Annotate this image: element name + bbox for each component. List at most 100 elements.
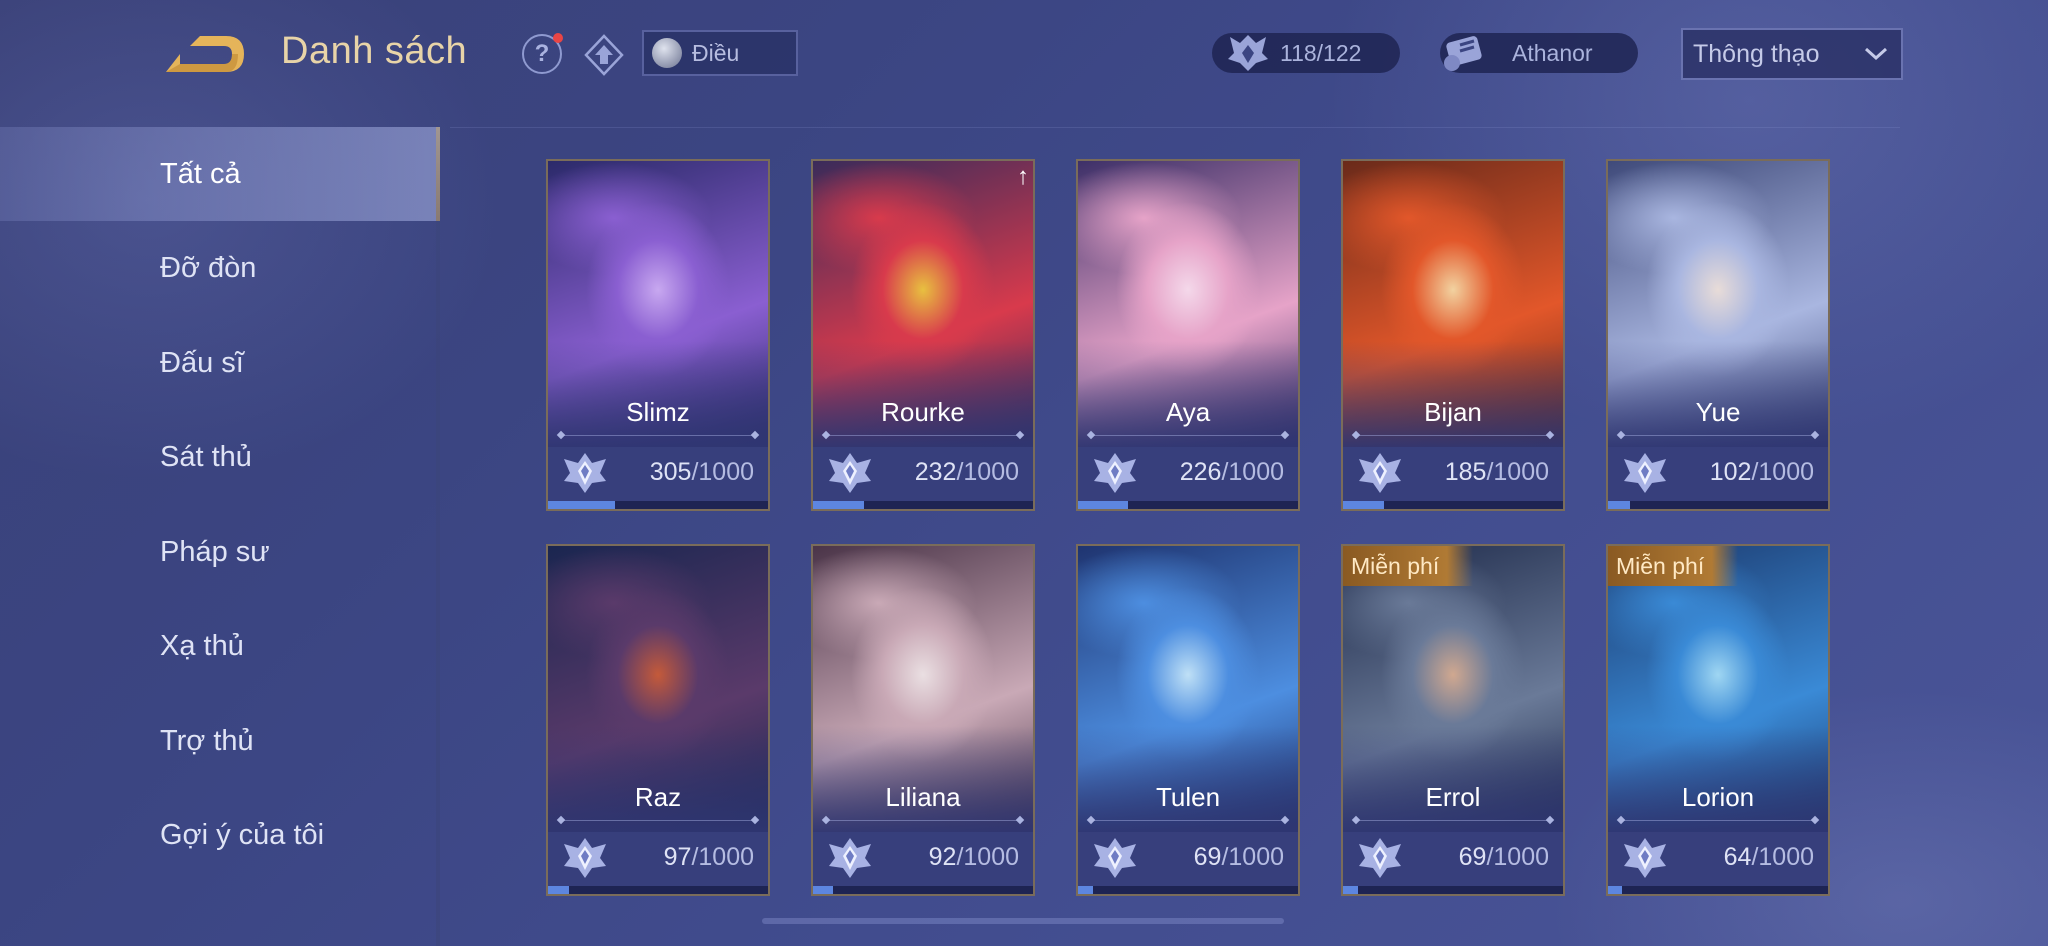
mastery-max: /1000: [1221, 843, 1284, 871]
portrait-shade: [813, 726, 1033, 832]
sort-dropdown[interactable]: Thông thạo: [1681, 28, 1903, 80]
rank-emblem-icon: [584, 34, 624, 76]
sidebar-item-fighter[interactable]: Đấu sĩ: [0, 316, 440, 410]
hero-name: Errol: [1425, 782, 1481, 812]
card-separator: [823, 435, 1023, 436]
hero-card[interactable]: ↑ Rourke 232/1000: [811, 159, 1035, 511]
mastery-emblem-icon: [1357, 836, 1403, 880]
mastery-max: /1000: [1751, 843, 1814, 871]
card-separator: [1353, 435, 1553, 436]
athanor-label: Athanor: [1512, 39, 1593, 66]
card-separator: [1618, 820, 1818, 821]
hero-card[interactable]: Raz 97/1000: [546, 544, 770, 896]
hero-card[interactable]: Liliana 92/1000: [811, 544, 1035, 896]
mastery-emblem-icon: [827, 836, 873, 880]
hero-card[interactable]: Bijan 185/1000: [1341, 159, 1565, 511]
mastery-progress-fill: [548, 886, 570, 894]
hero-name: Aya: [1165, 397, 1211, 427]
mastery-progress-bar: [813, 501, 1033, 509]
mastery-current: 232: [914, 458, 957, 486]
sidebar-item-my-suggestions[interactable]: Gợi ý của tôi: [0, 788, 440, 882]
sidebar-item-label: Pháp sư: [160, 535, 270, 568]
back-button[interactable]: [160, 28, 248, 80]
mastery-count-pill[interactable]: 118/122: [1212, 33, 1400, 73]
top-divider: [450, 127, 1900, 128]
athanor-scroll-icon: [1444, 36, 1482, 71]
mastery-current: 64: [1723, 843, 1752, 871]
hero-name: Slimz: [626, 397, 690, 427]
mastery-max: /1000: [1221, 458, 1284, 486]
portrait-shade: [1608, 341, 1828, 447]
hero-card[interactable]: Tulen 69/1000: [1076, 544, 1300, 896]
portrait-shade: [1343, 341, 1563, 447]
rank-button[interactable]: [582, 33, 626, 77]
mastery-current: 305: [649, 458, 692, 486]
sidebar-item-marksman[interactable]: Xạ thủ: [0, 599, 440, 693]
player-name: Điều: [692, 39, 740, 66]
mastery-emblem-icon: [562, 836, 608, 880]
hero-card[interactable]: Slimz 305/1000: [546, 159, 770, 511]
hero-name: Liliana: [885, 782, 961, 812]
sidebar-item-label: Gợi ý của tôi: [160, 818, 325, 851]
chevron-down-icon: [1864, 47, 1888, 61]
mastery-progress-bar: [813, 886, 1033, 894]
mastery-crest-icon: [1228, 35, 1268, 71]
portrait-shade: [1078, 341, 1298, 447]
sidebar-item-label: Đỡ đòn: [160, 251, 257, 284]
mastery-max: /1000: [956, 458, 1019, 486]
portrait-shade: [1608, 726, 1828, 832]
hero-name: Yue: [1695, 397, 1741, 427]
hero-name: Raz: [634, 782, 682, 812]
mastery-emblem-icon: [1092, 451, 1138, 495]
card-separator: [823, 820, 1023, 821]
sidebar-item-tank[interactable]: Đỡ đòn: [0, 221, 440, 315]
player-avatar: [652, 38, 682, 68]
mastery-current: 69: [1458, 843, 1487, 871]
mastery-progress-fill: [1343, 501, 1384, 509]
sidebar-item-label: Sát thủ: [160, 440, 252, 473]
mastery-progress-fill: [1078, 886, 1094, 894]
hero-name: Lorion: [1681, 782, 1755, 812]
mastery-max: /1000: [1751, 458, 1814, 486]
sidebar-item-mage[interactable]: Pháp sư: [0, 505, 440, 599]
hero-card[interactable]: Aya 226/1000: [1076, 159, 1300, 511]
mastery-points: 305/1000: [650, 458, 754, 487]
mastery-count: 118/122: [1280, 39, 1362, 66]
scrollbar[interactable]: [762, 918, 1284, 924]
mastery-current: 185: [1444, 458, 1487, 486]
portrait-shade: [548, 726, 768, 832]
help-button[interactable]: ?: [522, 33, 563, 74]
portrait-shade: [548, 341, 768, 447]
mastery-max: /1000: [1486, 843, 1549, 871]
mastery-points: 92/1000: [929, 843, 1019, 872]
mastery-emblem-icon: [1622, 451, 1668, 495]
mastery-progress-fill: [1343, 886, 1359, 894]
hero-grid: Slimz 305/1000 ↑ Rourke 232/1000 Aya 226/1000 B…: [546, 159, 1836, 939]
athanor-pill[interactable]: Athanor: [1440, 33, 1638, 73]
card-separator: [1088, 820, 1288, 821]
mastery-max: /1000: [691, 458, 754, 486]
player-chip[interactable]: Điều: [642, 30, 798, 76]
mastery-points: 69/1000: [1194, 843, 1284, 872]
sort-selected-value: Thông thạo: [1693, 39, 1820, 68]
sidebar-item-label: Đấu sĩ: [160, 346, 244, 379]
mastery-points: 97/1000: [664, 843, 754, 872]
hero-name: Tulen: [1155, 782, 1221, 812]
hero-card[interactable]: Miễn phí Lorion 64/1000: [1606, 544, 1830, 896]
mastery-points: 102/1000: [1710, 458, 1814, 487]
sidebar-item-support[interactable]: Trợ thủ: [0, 694, 440, 788]
hero-card[interactable]: Yue 102/1000: [1606, 159, 1830, 511]
hero-name: Bijan: [1424, 397, 1482, 427]
sidebar-item-assassin[interactable]: Sát thủ: [0, 410, 440, 504]
mastery-points: 226/1000: [1180, 458, 1284, 487]
mastery-progress-bar: [1608, 886, 1828, 894]
mastery-points: 69/1000: [1459, 843, 1549, 872]
mastery-current: 226: [1179, 458, 1222, 486]
page-title: Danh sách: [281, 30, 468, 72]
sidebar-item-all[interactable]: Tất cả: [0, 127, 440, 221]
mastery-progress-fill: [1078, 501, 1128, 509]
mastery-current: 97: [663, 843, 692, 871]
mastery-max: /1000: [691, 843, 754, 871]
hero-card[interactable]: Miễn phí Errol 69/1000: [1341, 544, 1565, 896]
mastery-current: 69: [1193, 843, 1222, 871]
